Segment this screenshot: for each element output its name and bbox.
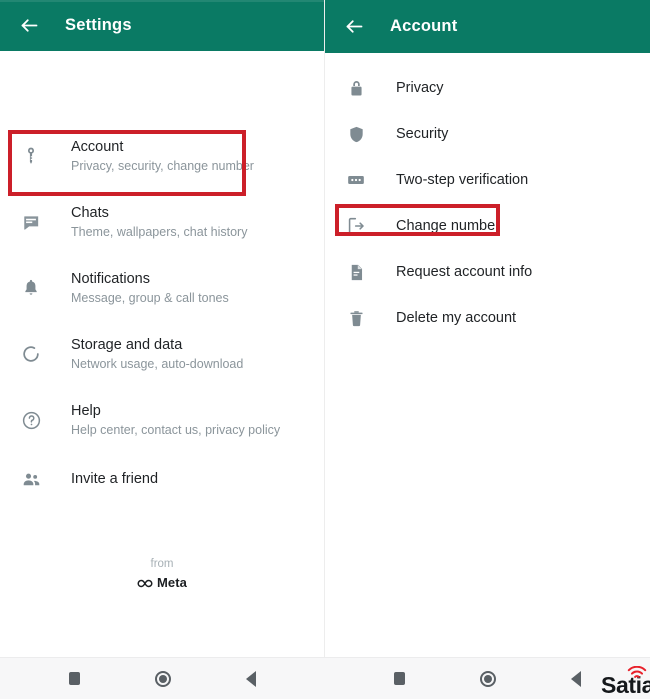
account-item-request-info-text: Request account info: [396, 263, 532, 281]
triangle-icon: [245, 670, 256, 687]
account-item-security[interactable]: Security: [325, 111, 650, 157]
square-icon: [69, 672, 80, 685]
square-icon: [394, 672, 405, 685]
bell-icon: [16, 278, 46, 298]
settings-item-invite-title: Invite a friend: [71, 471, 159, 487]
settings-item-chats[interactable]: Chats Theme, wallpapers, chat history: [0, 189, 324, 255]
meta-brand: Meta: [137, 575, 187, 590]
account-body-spacer: [325, 53, 650, 65]
settings-item-help[interactable]: Help Help center, contact us, privacy po…: [0, 387, 324, 453]
change-number-icon: [341, 216, 371, 236]
account-item-two-step-verification[interactable]: Two-step verification: [325, 157, 650, 203]
settings-item-storage-text: Storage and data Network usage, auto-dow…: [71, 336, 243, 373]
settings-item-storage-title: Storage and data: [71, 336, 183, 353]
triangle-icon: [570, 670, 581, 687]
dual-phone-panes: Settings Account Privacy, security, chan…: [0, 0, 650, 657]
help-circle-icon: [16, 410, 46, 431]
arrow-left-icon: [344, 16, 365, 37]
circle-icon: [154, 670, 171, 687]
people-icon: [16, 469, 46, 490]
meta-from-label: from: [150, 558, 174, 570]
home-circle-button[interactable]: [150, 666, 176, 692]
settings-item-account-subtitle: Privacy, security, change number: [71, 158, 254, 173]
data-circle-icon: [16, 344, 46, 364]
profile-placeholder: [0, 51, 324, 123]
settings-body: Account Privacy, security, change number: [0, 51, 324, 657]
account-item-privacy[interactable]: Privacy: [325, 65, 650, 111]
account-item-delete-title: Delete my account: [396, 310, 517, 326]
lock-icon: [341, 79, 371, 98]
chat-icon: [16, 212, 46, 232]
settings-item-chats-title: Chats: [71, 204, 109, 221]
account-back-button[interactable]: [339, 12, 369, 42]
screenshot-root: Settings Account Privacy, security, chan…: [0, 0, 650, 699]
key-icon: [16, 146, 46, 166]
settings-back-button[interactable]: [14, 11, 44, 41]
home-circle-button[interactable]: [475, 666, 501, 692]
recents-square-button[interactable]: [62, 666, 88, 692]
account-title: Account: [390, 17, 458, 35]
account-item-privacy-title: Privacy: [396, 80, 444, 96]
account-item-two-step-title: Two-step verification: [396, 172, 529, 188]
account-item-change-number-title: Change number: [396, 218, 500, 234]
trash-icon: [341, 309, 371, 328]
settings-item-storage-subtitle: Network usage, auto-download: [71, 356, 244, 371]
system-navigation-bar: [0, 657, 650, 699]
meta-brand-name: Meta: [156, 575, 188, 590]
arrow-left-icon: [19, 15, 40, 36]
settings-item-notifications-subtitle: Message, group & call tones: [71, 290, 229, 305]
recents-square-button[interactable]: [387, 666, 413, 692]
system-nav-left: [0, 658, 325, 699]
settings-item-notifications-title: Notifications: [71, 270, 150, 287]
settings-item-account-title: Account: [71, 138, 124, 155]
account-item-request-account-info[interactable]: Request account info: [325, 249, 650, 295]
account-item-two-step-text: Two-step verification: [396, 171, 528, 189]
meta-branding: from Meta: [0, 557, 324, 593]
settings-item-notifications[interactable]: Notifications Message, group & call tone…: [0, 255, 324, 321]
account-item-change-number[interactable]: Change number: [325, 203, 650, 249]
account-item-security-text: Security: [396, 125, 448, 143]
dots-box-icon: [341, 170, 371, 190]
settings-item-help-text: Help Help center, contact us, privacy po…: [71, 402, 280, 439]
wifi-signal-icon: [627, 665, 647, 680]
settings-item-invite-a-friend[interactable]: Invite a friend: [0, 453, 324, 505]
settings-title: Settings: [65, 16, 132, 34]
settings-item-storage-and-data[interactable]: Storage and data Network usage, auto-dow…: [0, 321, 324, 387]
account-appbar: Account: [325, 0, 650, 53]
meta-infinity-icon: [137, 576, 153, 590]
settings-item-account-text: Account Privacy, security, change number: [71, 138, 254, 175]
account-item-delete-text: Delete my account: [396, 309, 516, 327]
circle-icon: [479, 670, 496, 687]
account-item-delete-my-account[interactable]: Delete my account: [325, 295, 650, 341]
account-item-request-info-title: Request account info: [396, 264, 533, 280]
settings-item-account[interactable]: Account Privacy, security, change number: [0, 123, 324, 189]
satia-watermark: Satia: [601, 665, 650, 697]
settings-item-chats-subtitle: Theme, wallpapers, chat history: [71, 224, 248, 239]
account-body: Privacy Security Two-step verification C…: [325, 53, 650, 657]
back-triangle-button[interactable]: [563, 666, 589, 692]
back-triangle-button[interactable]: [238, 666, 264, 692]
account-item-change-number-text: Change number: [396, 217, 500, 235]
shield-icon: [341, 125, 371, 144]
settings-item-chats-text: Chats Theme, wallpapers, chat history: [71, 204, 247, 241]
account-pane: Account Privacy Security Two-step verifi…: [325, 0, 650, 657]
document-icon: [341, 263, 371, 282]
settings-item-notifications-text: Notifications Message, group & call tone…: [71, 270, 229, 307]
settings-item-help-title: Help: [71, 402, 101, 419]
settings-item-invite-text: Invite a friend: [71, 470, 158, 488]
settings-item-help-subtitle: Help center, contact us, privacy policy: [71, 422, 281, 437]
account-item-security-title: Security: [396, 126, 449, 142]
settings-pane: Settings Account Privacy, security, chan…: [0, 0, 325, 657]
account-item-privacy-text: Privacy: [396, 79, 444, 97]
settings-appbar: Settings: [0, 0, 324, 51]
